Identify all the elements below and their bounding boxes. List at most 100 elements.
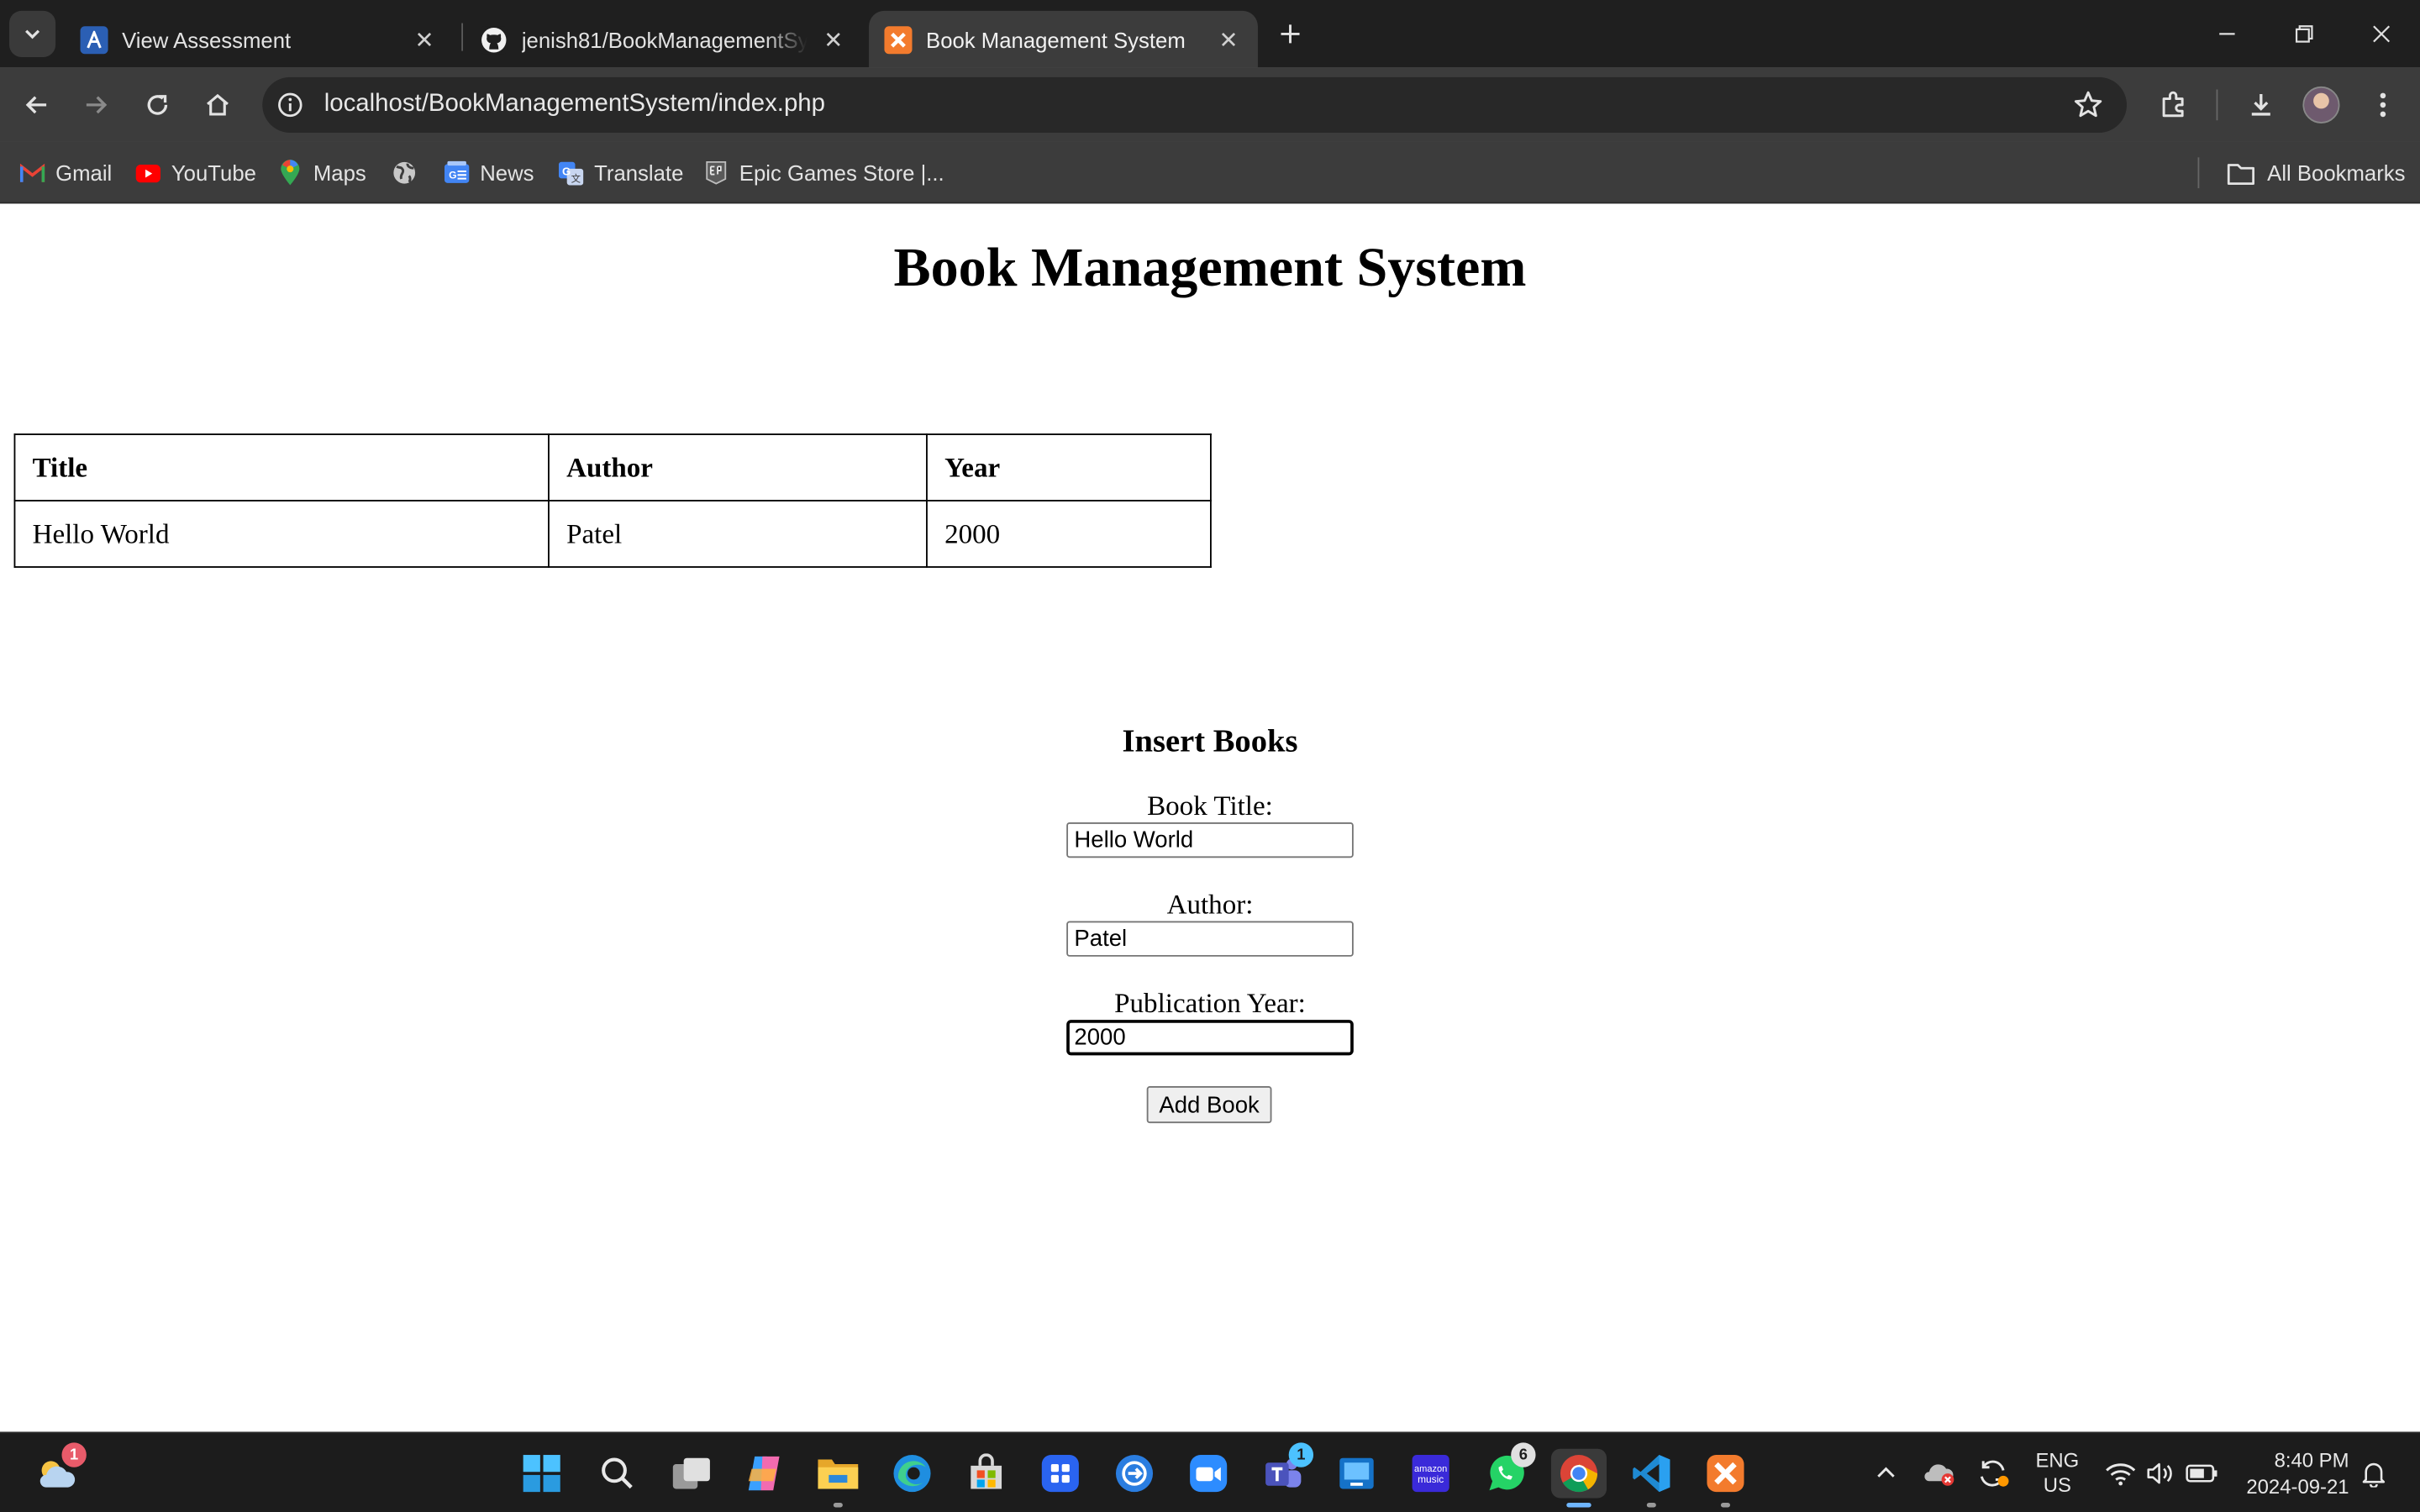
vscode-icon[interactable] [1627,1449,1676,1508]
windows-logo-icon [523,1455,560,1493]
tab-github-repo[interactable]: jenish81/BookManagementSyst ✕ [465,11,863,68]
site-info-icon[interactable] [275,90,306,121]
all-bookmarks-button[interactable]: All Bookmarks [2227,155,2405,192]
cell-title: Hello World [13,500,550,568]
start-button[interactable] [517,1449,566,1499]
running-indicator [1720,1502,1730,1508]
news-icon: G [444,160,470,185]
svg-text:文: 文 [571,172,581,184]
gmail-icon [19,160,45,185]
tab-book-management-system[interactable]: Book Management System ✕ [869,10,1258,68]
new-tab-button[interactable] [1269,13,1312,55]
author-label: Author: [1166,888,1254,920]
chrome-icon[interactable] [1550,1448,1607,1508]
language-primary: ENG [2035,1448,2080,1473]
menu-kebab-icon[interactable] [2361,83,2404,126]
plus-icon [1281,24,1300,44]
arrow-left-icon [25,96,47,114]
running-indicator [1566,1502,1591,1508]
language-indicator[interactable]: ENG US [2031,1449,2083,1499]
minimize-button[interactable] [2188,0,2265,68]
copilot-icon[interactable] [739,1449,789,1499]
download-icon[interactable] [2239,83,2282,126]
bookmark-label: Maps [313,160,366,186]
svg-text:music: music [1418,1473,1444,1485]
file-explorer-icon[interactable] [813,1449,863,1508]
whatsapp-icon[interactable]: 6 [1480,1442,1536,1499]
clock[interactable]: 8:40 PM 2024-09-21 [2232,1447,2349,1499]
close-icon[interactable]: ✕ [1212,23,1245,56]
address-bar[interactable]: localhost/BookManagementSystem/index.php [262,76,2128,133]
youtube-icon [135,160,161,185]
running-indicator [1646,1502,1656,1508]
battery-icon[interactable] [2182,1433,2223,1512]
page-title: Book Management System [893,236,1527,298]
xampp-taskbar-icon[interactable] [1701,1449,1750,1508]
restore-icon [2295,25,2313,43]
close-icon[interactable]: ✕ [817,23,850,56]
clock-time: 8:40 PM [2274,1448,2349,1473]
page-content: Book Management System Title Author Year… [0,203,2420,1432]
tab-search-button[interactable] [9,10,56,57]
url-text[interactable]: localhost/BookManagementSystem/index.php [324,91,825,118]
forward-button[interactable] [71,81,120,130]
xampp-icon [884,25,913,54]
amazon-music-icon[interactable]: amazon music [1406,1449,1455,1499]
teams-icon[interactable]: 1 [1258,1442,1314,1499]
edge-icon[interactable] [887,1449,937,1499]
wifi-icon[interactable] [2102,1433,2139,1512]
cell-author: Patel [548,500,928,568]
column-header-year: Year [926,433,1212,501]
table-row: Hello World Patel 2000 [13,500,1212,568]
bookmark-star-icon[interactable] [2071,88,2105,122]
microsoft-store-icon[interactable] [961,1449,1011,1499]
extensions-icon[interactable] [2151,83,2194,126]
search-icon[interactable] [592,1449,642,1499]
tab-view-assessment[interactable]: View Assessment ✕ [65,11,454,68]
home-icon [207,93,229,116]
back-button[interactable] [13,81,62,130]
home-button[interactable] [193,81,243,130]
tab-label: jenish81/BookManagementSyst [521,27,808,52]
toolbar-divider [2216,89,2218,121]
bookmark-gmail[interactable]: Gmail [19,155,112,192]
author-input[interactable] [1066,921,1354,957]
close-icon[interactable]: ✕ [408,23,441,56]
windows-app-icon[interactable] [1332,1449,1381,1499]
bell-icon[interactable] [2355,1433,2392,1512]
zoom-icon[interactable] [1184,1449,1234,1499]
restore-button[interactable] [2265,0,2343,68]
browser-toolbar: localhost/BookManagementSystem/index.php [0,67,2420,142]
app-launcher-icon[interactable] [1035,1449,1085,1499]
globe-icon [392,160,417,185]
close-window-button[interactable] [2343,0,2420,68]
bookmarks-divider [2197,157,2200,189]
remote-desktop-icon[interactable] [1110,1449,1160,1499]
task-view-icon[interactable] [666,1449,716,1499]
weather-widget-icon[interactable]: 1 [31,1442,87,1499]
chevron-up-icon[interactable] [1867,1433,1904,1512]
publication-year-input[interactable] [1066,1020,1354,1056]
add-book-button[interactable]: Add Book [1146,1086,1272,1124]
reload-button[interactable] [133,81,182,130]
cell-year: 2000 [926,500,1212,568]
bookmark-maps[interactable]: Maps [278,155,366,192]
bookmark-globe[interactable] [392,155,428,192]
column-header-title: Title [13,433,550,501]
bookmark-epic-games[interactable]: Epic Games Store |... [704,155,944,192]
onedrive-offline-icon[interactable] [1920,1433,1960,1512]
bookmark-youtube[interactable]: YouTube [135,155,256,192]
folder-icon [2227,160,2255,185]
bookmark-news[interactable]: G News [444,155,534,192]
bookmark-label: Translate [594,160,684,186]
book-title-input[interactable] [1066,822,1354,858]
bookmark-translate[interactable]: G文 Translate [558,155,684,192]
notification-badge: 1 [1288,1442,1314,1467]
sync-icon[interactable] [1974,1433,2014,1512]
volume-icon[interactable] [2142,1433,2179,1512]
maps-icon [278,160,302,186]
profile-avatar[interactable] [2302,86,2340,123]
screen: View Assessment ✕ jenish81/BookManagemen… [0,0,2420,1512]
bookmark-label: YouTube [171,160,256,186]
close-icon [2373,25,2391,43]
